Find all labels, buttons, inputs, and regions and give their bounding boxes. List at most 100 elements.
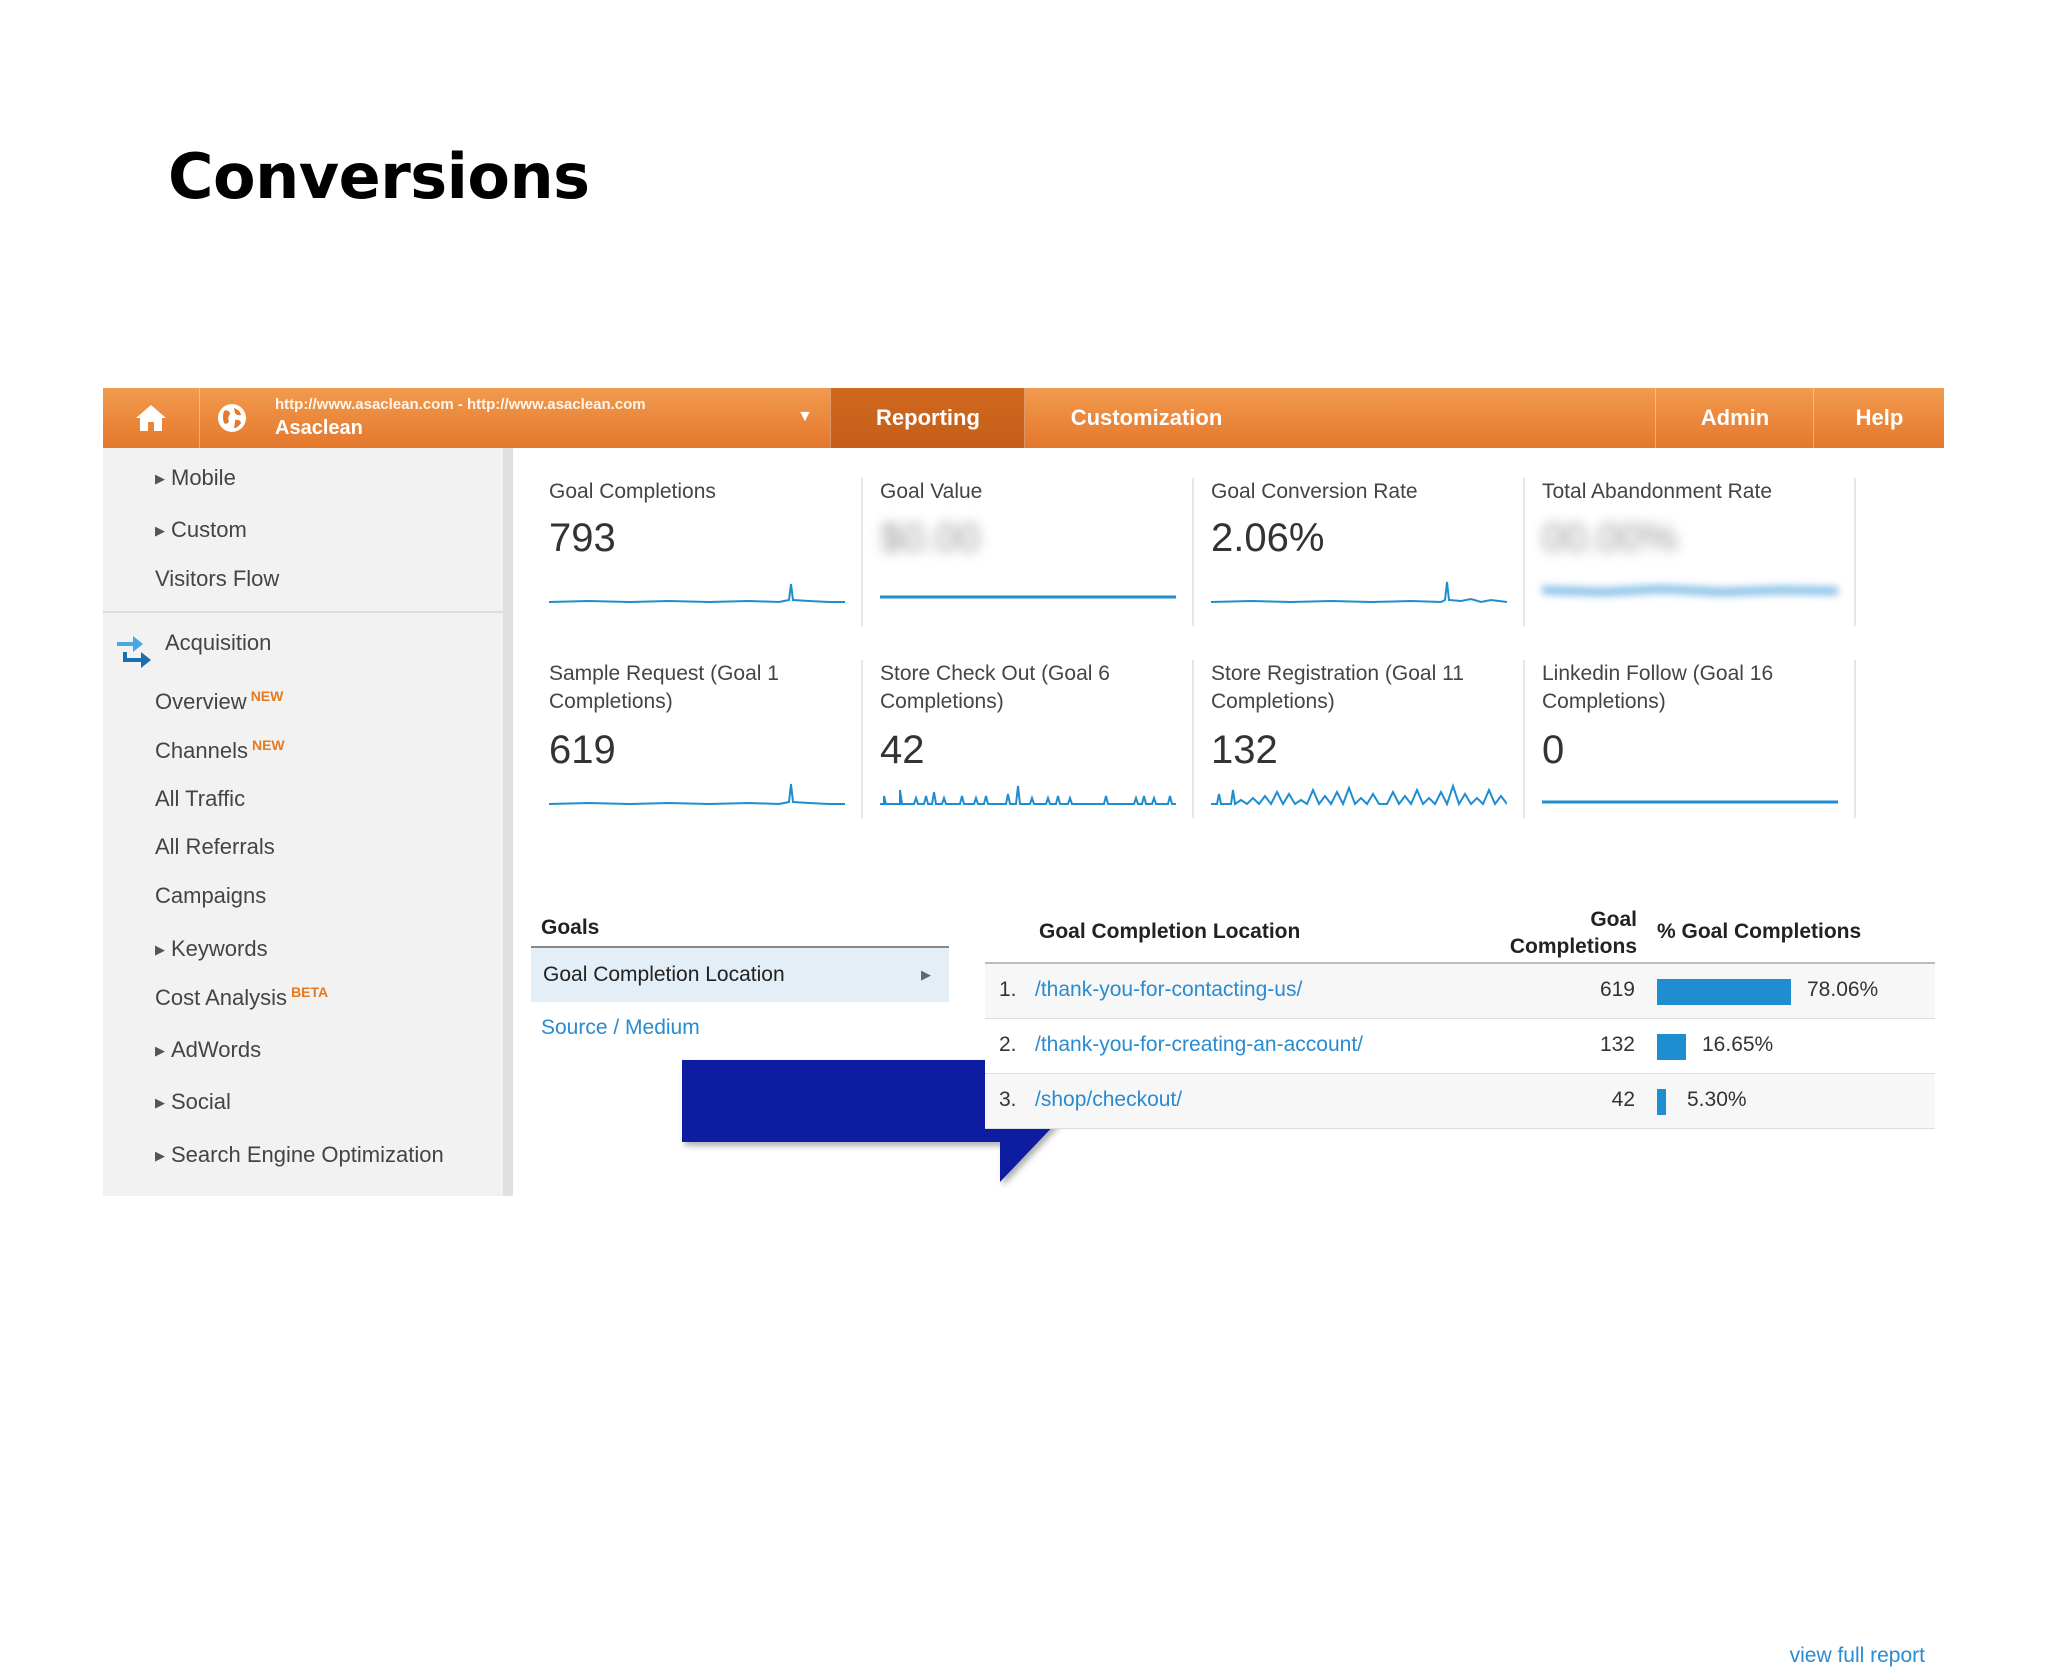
completions-value: 619	[1599, 978, 1635, 1001]
percent-value: 5.30%	[1687, 1088, 1747, 1111]
tab-customization[interactable]: Customization	[1024, 388, 1268, 448]
acquisition-icon	[117, 636, 151, 668]
sidebar-item-channels[interactable]: Channels NEW	[155, 737, 285, 764]
row-number: 2.	[999, 1033, 1017, 1056]
expand-arrow-icon: ▶	[155, 942, 165, 957]
expand-arrow-icon: ▶	[155, 1095, 165, 1110]
sparkline	[549, 583, 845, 604]
metric-card-linkedin-follow[interactable]: Linkedin Follow (Goal 16 Completions) 0	[1542, 660, 1856, 818]
chevron-right-icon: ▶	[921, 967, 931, 982]
table-row: 1. /thank-you-for-contacting-us/619 78.06%	[985, 964, 1935, 1019]
location-link[interactable]: /thank-you-for-contacting-us/	[1035, 978, 1302, 1002]
site-selector[interactable]: http://www.asaclean.com - http://www.asa…	[275, 388, 646, 448]
metric-card-goal-conversion-rate[interactable]: Goal Conversion Rate 2.06%	[1211, 478, 1525, 626]
metric-value: 132	[1211, 728, 1278, 772]
sidebar-item-label: Overview	[155, 689, 247, 714]
sidebar: ▶ Mobile ▶ Custom Visitors Flow Acquisitio…	[103, 448, 513, 1196]
column-header-completions[interactable]: Goal Completions	[1487, 906, 1637, 960]
sparkline	[880, 595, 1176, 599]
tab-reporting[interactable]: Reporting	[830, 388, 1025, 448]
sidebar-item-campaigns[interactable]: Campaigns	[155, 883, 266, 909]
sidebar-item-label: Search Engine Optimization	[171, 1142, 444, 1167]
sidebar-item-cost-analysis[interactable]: Cost Analysis BETA	[155, 984, 328, 1011]
metric-label: Sample Request (Goal 1 Completions)	[549, 662, 779, 713]
column-header-location[interactable]: Goal Completion Location	[1039, 918, 1300, 945]
metric-label: Linkedin Follow (Goal 16 Completions)	[1542, 662, 1774, 713]
sidebar-item-label: Keywords	[171, 936, 268, 961]
metric-card-goal-completions[interactable]: Goal Completions 793	[549, 478, 863, 626]
tab-help[interactable]: Help	[1813, 388, 1945, 448]
metric-card-store-check-out[interactable]: Store Check Out (Goal 6 Completions) 42	[880, 660, 1194, 818]
sidebar-item-seo[interactable]: ▶ Search Engine Optimization	[155, 1142, 444, 1168]
sparkline	[1542, 584, 1838, 597]
tab-label: Goal Completion Location	[543, 963, 785, 986]
beta-badge: BETA	[291, 984, 329, 1000]
expand-arrow-icon: ▶	[155, 471, 165, 486]
row-number: 1.	[999, 978, 1017, 1001]
sidebar-item-visitors-flow[interactable]: Visitors Flow	[155, 566, 279, 592]
view-full-report-link[interactable]: view full report	[1790, 1644, 1925, 1668]
home-icon	[136, 405, 166, 431]
percent-bar	[1657, 1034, 1686, 1060]
chevron-down-icon[interactable]: ▼	[797, 408, 813, 426]
sidebar-item-social[interactable]: ▶ Social	[155, 1089, 231, 1115]
expand-arrow-icon: ▶	[155, 1043, 165, 1058]
sparkline	[1211, 581, 1507, 604]
goals-heading: Goals	[541, 916, 600, 939]
completions-value: 132	[1599, 1033, 1635, 1056]
home-button[interactable]	[103, 388, 199, 448]
tab-admin[interactable]: Admin	[1655, 388, 1814, 448]
top-nav-bar: http://www.asaclean.com - http://www.asa…	[103, 388, 1944, 448]
sparkline	[1542, 800, 1838, 804]
metric-label: Goal Conversion Rate	[1211, 480, 1418, 503]
metric-card-total-abandonment-rate[interactable]: Total Abandonment Rate 00.00%	[1542, 478, 1856, 626]
percent-bar	[1657, 1089, 1666, 1115]
metric-card-goal-value[interactable]: Goal Value $0.00	[880, 478, 1194, 626]
sidebar-item-label: Social	[171, 1089, 231, 1114]
sidebar-item-custom[interactable]: ▶ Custom	[155, 517, 247, 543]
completions-value: 42	[1611, 1088, 1635, 1111]
sidebar-item-label: AdWords	[171, 1037, 262, 1062]
percent-bar	[1657, 979, 1791, 1005]
metric-card-sample-request[interactable]: Sample Request (Goal 1 Completions) 619	[549, 660, 863, 818]
sidebar-item-overview[interactable]: Overview NEW	[155, 688, 283, 715]
expand-arrow-icon: ▶	[155, 1148, 165, 1163]
location-link[interactable]: /thank-you-for-creating-an-account/	[1035, 1033, 1363, 1057]
metric-value: 793	[549, 516, 616, 560]
metric-value: 0	[1542, 728, 1565, 772]
sidebar-item-label: Cost Analysis	[155, 985, 288, 1010]
new-badge: NEW	[250, 688, 284, 704]
site-name: Asaclean	[275, 417, 363, 439]
sidebar-section-acquisition[interactable]: Acquisition	[165, 630, 271, 656]
analytics-screenshot: http://www.asaclean.com - http://www.asa…	[103, 388, 1944, 1667]
sidebar-item-adwords[interactable]: ▶ AdWords	[155, 1037, 261, 1063]
metric-value: 619	[549, 728, 616, 772]
sparkline	[880, 785, 1176, 805]
sidebar-item-all-traffic[interactable]: All Traffic	[155, 786, 245, 812]
account-switcher[interactable]	[199, 388, 264, 448]
goal-completion-location-tab[interactable]: Goal Completion Location ▶	[531, 948, 949, 1002]
percent-value: 78.06%	[1807, 978, 1879, 1001]
column-header-percent[interactable]: % Goal Completions	[1657, 918, 1861, 945]
sidebar-item-label: Channels	[155, 738, 248, 763]
percent-value: 16.65%	[1702, 1033, 1774, 1056]
table-row: 2. /thank-you-for-creating-an-account/132…	[985, 1019, 1935, 1074]
sidebar-item-keywords[interactable]: ▶ Keywords	[155, 936, 268, 962]
row-number: 3.	[999, 1088, 1017, 1111]
metric-value: 2.06%	[1211, 516, 1325, 560]
metric-label: Total Abandonment Rate	[1542, 480, 1772, 503]
sidebar-item-mobile[interactable]: ▶ Mobile	[155, 465, 236, 491]
metric-label: Store Check Out (Goal 6 Completions)	[880, 662, 1110, 713]
metric-label: Store Registration (Goal 11 Completions)	[1211, 662, 1464, 713]
sidebar-item-all-referrals[interactable]: All Referrals	[155, 834, 275, 860]
globe-icon	[218, 404, 246, 432]
metric-card-store-registration[interactable]: Store Registration (Goal 11 Completions)…	[1211, 660, 1525, 818]
location-link[interactable]: /shop/checkout/	[1035, 1088, 1182, 1112]
slide-title: Conversions	[168, 140, 590, 213]
metric-value: 42	[880, 728, 925, 772]
site-url: http://www.asaclean.com - http://www.asa…	[275, 396, 646, 413]
sidebar-item-label: Custom	[171, 517, 247, 542]
metric-value: 00.00%	[1542, 516, 1678, 560]
new-badge: NEW	[251, 737, 285, 753]
source-medium-link[interactable]: Source / Medium	[541, 1016, 700, 1040]
